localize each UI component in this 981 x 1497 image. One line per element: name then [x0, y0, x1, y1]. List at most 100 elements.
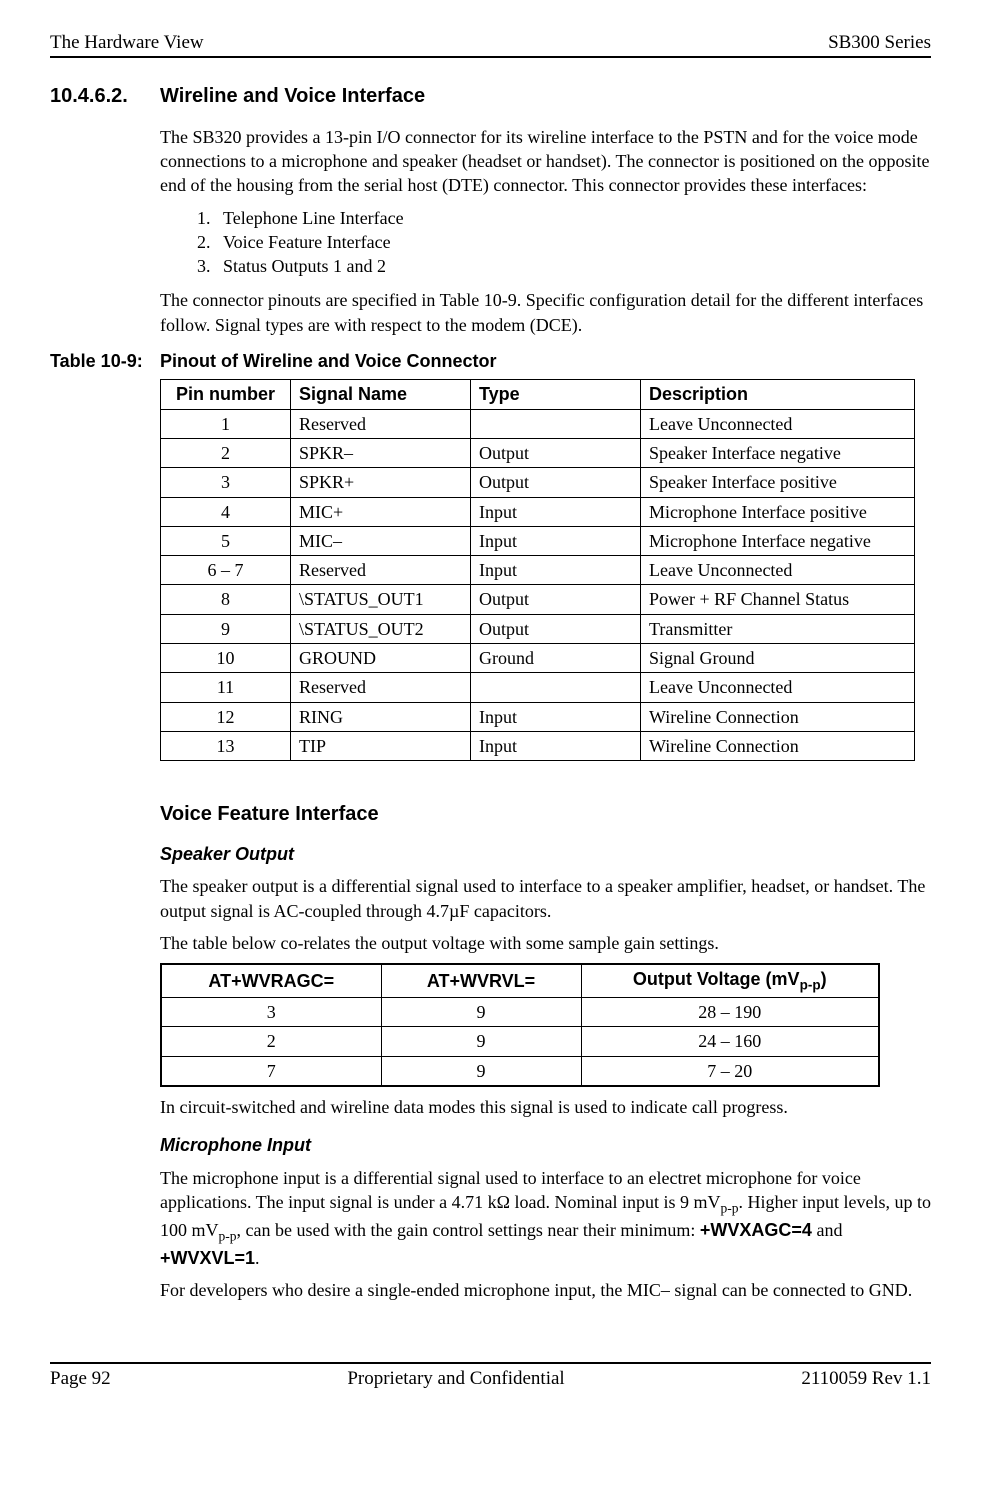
speaker-output-heading: Speaker Output	[160, 842, 931, 866]
table-cell: Output	[471, 468, 641, 497]
table-cell: 12	[161, 702, 291, 731]
table-cell: MIC+	[291, 497, 471, 526]
table-cell: Ground	[471, 643, 641, 672]
footer-left: Page 92	[50, 1366, 111, 1392]
table-cell: Wireline Connection	[641, 702, 915, 731]
table-cell: Wireline Connection	[641, 731, 915, 760]
voltage-table: AT+WVRAGC= AT+WVRVL= Output Voltage (mVp…	[160, 963, 880, 1087]
table-cell: Power + RF Channel Status	[641, 585, 915, 614]
table-cell: 8	[161, 585, 291, 614]
section-title: Wireline and Voice Interface	[160, 83, 425, 110]
table-row: 12RINGInputWireline Connection	[161, 702, 915, 731]
table-cell: TIP	[291, 731, 471, 760]
table-cell: SPKR+	[291, 468, 471, 497]
table-cell: Transmitter	[641, 614, 915, 643]
post-list-paragraph: The connector pinouts are specified in T…	[160, 288, 931, 337]
col-header: AT+WVRVL=	[381, 964, 581, 997]
table-cell: 11	[161, 673, 291, 702]
table-cell: RING	[291, 702, 471, 731]
table-cell: 9	[381, 1056, 581, 1086]
table-cell: Microphone Interface negative	[641, 526, 915, 555]
table-row: 1Reserved Leave Unconnected	[161, 409, 915, 438]
table-row: 11Reserved Leave Unconnected	[161, 673, 915, 702]
section-heading: 10.4.6.2. Wireline and Voice Interface	[50, 83, 931, 110]
table-row: 9\STATUS_OUT2OutputTransmitter	[161, 614, 915, 643]
footer-center: Proprietary and Confidential	[347, 1366, 564, 1392]
table-cell: Reserved	[291, 556, 471, 585]
table-cell: Reserved	[291, 673, 471, 702]
table-cell	[471, 673, 641, 702]
table-cell: Output	[471, 585, 641, 614]
table-cell: Speaker Interface negative	[641, 438, 915, 467]
table-cell: \STATUS_OUT2	[291, 614, 471, 643]
table-cell: GROUND	[291, 643, 471, 672]
col-header: Type	[471, 380, 641, 409]
table-cell: \STATUS_OUT1	[291, 585, 471, 614]
table-cell: 3	[161, 468, 291, 497]
table-row: 5MIC–InputMicrophone Interface negative	[161, 526, 915, 555]
table-cell: SPKR–	[291, 438, 471, 467]
table-cell: Input	[471, 526, 641, 555]
table-row: 13TIPInputWireline Connection	[161, 731, 915, 760]
speaker-paragraph-3: In circuit-switched and wireline data mo…	[160, 1095, 931, 1119]
table-row: 2924 – 160	[161, 1027, 879, 1056]
table-cell: 9	[161, 614, 291, 643]
table-cell: 4	[161, 497, 291, 526]
speaker-paragraph-2: The table below co-relates the output vo…	[160, 931, 931, 955]
table-cell: Microphone Interface positive	[641, 497, 915, 526]
section-number: 10.4.6.2.	[50, 83, 160, 110]
table-cell: Leave Unconnected	[641, 673, 915, 702]
table-caption: Table 10-9: Pinout of Wireline and Voice…	[50, 349, 931, 373]
table-row: 3928 – 190	[161, 998, 879, 1027]
table-cell: Input	[471, 702, 641, 731]
col-header: Output Voltage (mVp-p)	[581, 964, 879, 997]
pinout-table: Pin number Signal Name Type Description …	[160, 379, 915, 761]
table-cell: 3	[161, 998, 381, 1027]
col-header: AT+WVRAGC=	[161, 964, 381, 997]
table-cell: Input	[471, 556, 641, 585]
table-title: Pinout of Wireline and Voice Connector	[160, 349, 497, 373]
table-cell: 7	[161, 1056, 381, 1086]
table-cell: Output	[471, 614, 641, 643]
table-header-row: AT+WVRAGC= AT+WVRVL= Output Voltage (mVp…	[161, 964, 879, 997]
interface-list: Telephone Line Interface Voice Feature I…	[160, 206, 931, 279]
mic-paragraph-2: For developers who desire a single-ended…	[160, 1278, 931, 1302]
table-row: 3SPKR+OutputSpeaker Interface positive	[161, 468, 915, 497]
table-cell: 9	[381, 998, 581, 1027]
microphone-input-heading: Microphone Input	[160, 1133, 931, 1157]
table-row: 4MIC+InputMicrophone Interface positive	[161, 497, 915, 526]
table-row: 797 – 20	[161, 1056, 879, 1086]
table-row: 2SPKR–OutputSpeaker Interface negative	[161, 438, 915, 467]
page-footer: Page 92 Proprietary and Confidential 211…	[50, 1362, 931, 1392]
table-cell: 10	[161, 643, 291, 672]
table-cell: MIC–	[291, 526, 471, 555]
col-header: Description	[641, 380, 915, 409]
list-item: Telephone Line Interface	[215, 206, 931, 230]
footer-right: 2110059 Rev 1.1	[801, 1366, 931, 1392]
table-row: 10GROUNDGroundSignal Ground	[161, 643, 915, 672]
list-item: Voice Feature Interface	[215, 230, 931, 254]
col-header: Pin number	[161, 380, 291, 409]
table-cell: Leave Unconnected	[641, 409, 915, 438]
table-row: 8\STATUS_OUT1OutputPower + RF Channel St…	[161, 585, 915, 614]
page-header: The Hardware View SB300 Series	[50, 30, 931, 58]
header-left: The Hardware View	[50, 30, 204, 56]
table-cell: 5	[161, 526, 291, 555]
table-header-row: Pin number Signal Name Type Description	[161, 380, 915, 409]
table-cell: Input	[471, 497, 641, 526]
table-cell: 2	[161, 1027, 381, 1056]
table-cell: Output	[471, 438, 641, 467]
table-cell: Signal Ground	[641, 643, 915, 672]
table-cell: 1	[161, 409, 291, 438]
table-cell: 6 – 7	[161, 556, 291, 585]
table-cell: 24 – 160	[581, 1027, 879, 1056]
table-label: Table 10-9:	[50, 349, 160, 373]
intro-paragraph: The SB320 provides a 13-pin I/O connecto…	[160, 125, 931, 198]
speaker-paragraph-1: The speaker output is a differential sig…	[160, 874, 931, 923]
table-cell	[471, 409, 641, 438]
table-cell: 9	[381, 1027, 581, 1056]
mic-paragraph-1: The microphone input is a differential s…	[160, 1166, 931, 1270]
table-cell: 7 – 20	[581, 1056, 879, 1086]
table-cell: 2	[161, 438, 291, 467]
table-cell: Reserved	[291, 409, 471, 438]
